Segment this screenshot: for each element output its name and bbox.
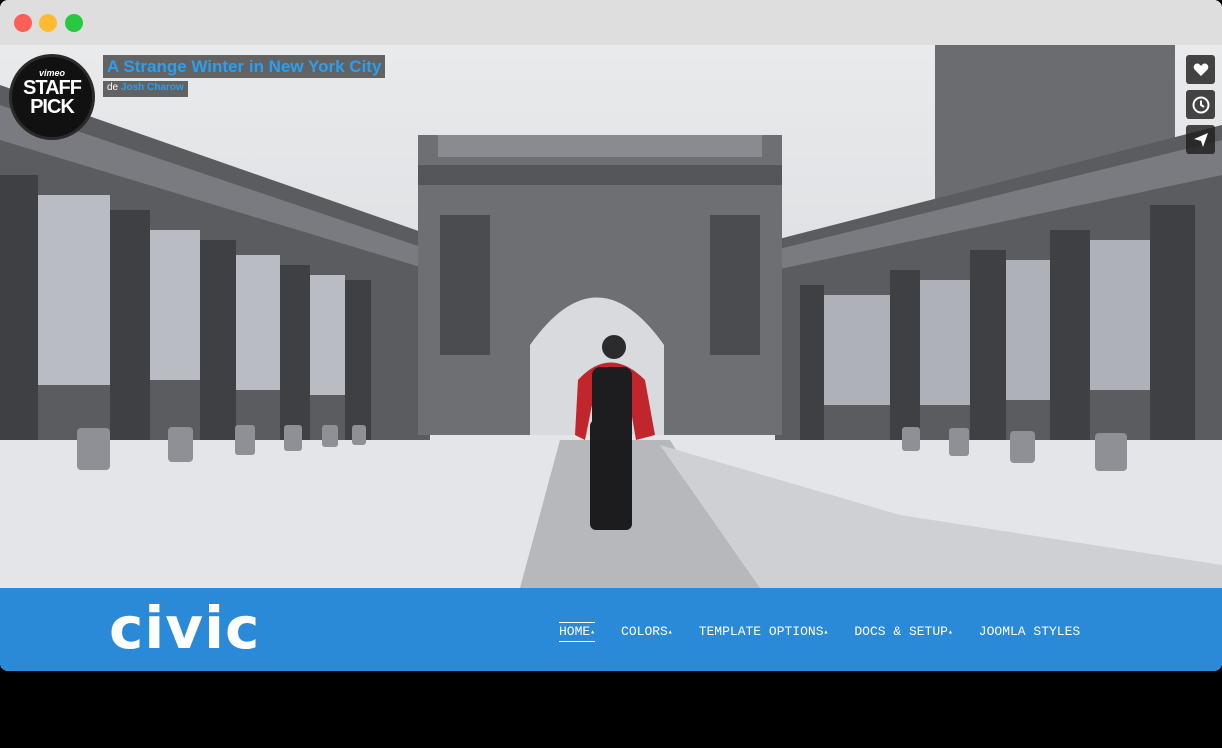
main-menu: HOME▴ COLORS▴ TEMPLATE OPTIONS▴ DOCS & S… [559,622,1106,642]
browser-window: vimeo STAFF PICK A Strange Winter in New… [0,0,1222,671]
minimize-window-button[interactable] [39,14,57,32]
author-link[interactable]: Josh Charow [121,82,184,93]
menu-label: TEMPLATE OPTIONS [698,624,824,639]
video-side-actions [1186,55,1215,160]
menu-item-docs-setup[interactable]: DOCS & SETUP▴ [854,624,952,642]
video-player[interactable]: vimeo STAFF PICK A Strange Winter in New… [0,45,1222,588]
close-window-button[interactable] [14,14,32,32]
video-byline: de Josh Charow [103,81,188,97]
video-title-link[interactable]: A Strange Winter in New York City [103,55,386,78]
menu-item-colors[interactable]: COLORS▴ [621,624,673,642]
menu-label: DOCS & SETUP [854,624,948,639]
staff-pick-badge[interactable]: vimeo STAFF PICK [9,54,95,140]
caret-up-icon: ▴ [667,628,673,637]
caret-up-icon: ▴ [947,628,953,637]
menu-label: JOOMLA STYLES [978,624,1081,639]
watch-later-button[interactable] [1186,90,1215,119]
menu-label: HOME [559,624,591,639]
caret-up-icon: ▴ [590,628,596,637]
menu-item-home[interactable]: HOME▴ [559,622,596,642]
video-frame-image [0,45,1222,588]
menu-item-joomla-styles[interactable]: JOOMLA STYLES [979,624,1080,642]
byline-prefix: de [107,82,119,93]
site-navbar: civic HOME▴ COLORS▴ TEMPLATE OPTIONS▴ DO… [0,588,1222,671]
heart-icon [1193,63,1208,76]
like-button[interactable] [1186,55,1215,84]
caret-up-icon: ▴ [823,628,829,637]
maximize-window-button[interactable] [65,14,83,32]
window-titlebar [0,0,1222,45]
staff-pick-line2: PICK [30,96,75,118]
staff-pick-line1: STAFF [23,77,82,99]
send-icon [1193,132,1208,147]
clock-icon [1192,96,1209,113]
menu-label: COLORS [621,624,668,639]
share-button[interactable] [1186,125,1215,154]
menu-item-template-options[interactable]: TEMPLATE OPTIONS▴ [699,624,829,642]
site-logo[interactable]: civic [109,598,260,658]
